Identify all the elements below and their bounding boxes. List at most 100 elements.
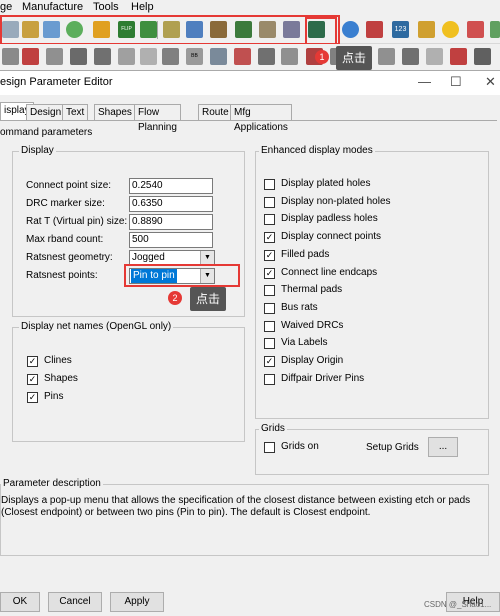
parameter-description-text: Displays a pop-up menu that allows the s… — [1, 495, 471, 518]
filled-pads-checkbox[interactable]: ✓ — [264, 249, 275, 261]
tab-mfg-applications[interactable]: Mfg Applications — [230, 104, 292, 133]
display-padless-holes-label: Display padless holes — [281, 213, 378, 225]
design-parameter-editor-dialog: esign Parameter Editor — ☐ ✕ isplay Desi… — [0, 70, 500, 616]
tab-shapes[interactable]: Shapes — [94, 104, 136, 120]
shapes-label: Shapes — [44, 373, 78, 384]
dim-icon[interactable] — [2, 48, 19, 65]
ok-button[interactable]: OK — [0, 592, 40, 612]
display-origin-checkbox[interactable]: ✓ — [264, 356, 275, 367]
cancel-button[interactable]: Cancel — [48, 592, 102, 612]
film-icon[interactable] — [94, 48, 111, 65]
enhanced-display-group: Enhanced display modes Display plated ho… — [255, 145, 489, 419]
tab-text[interactable]: Text — [62, 104, 89, 120]
pad-icon[interactable] — [118, 48, 135, 65]
menu-item-manufacture[interactable]: Manufacture — [22, 1, 83, 13]
rat-t-size-input[interactable]: 0.8890 — [129, 214, 213, 230]
parameter-description-legend: Parameter description — [1, 478, 103, 489]
callout-badge-2: 2 — [168, 291, 182, 305]
parameter-description-group: Parameter description Displays a pop-up … — [0, 478, 489, 556]
display-non-plated-holes-checkbox[interactable] — [264, 196, 275, 208]
callout-label-1: 点击 — [336, 46, 373, 70]
pinswap-icon[interactable] — [234, 48, 251, 65]
dialog-titlebar[interactable]: esign Parameter Editor — ☐ ✕ — [0, 71, 500, 95]
ratsnest-points-label: Ratsnest points: — [26, 270, 98, 281]
setup-grids-button[interactable]: ... — [428, 437, 458, 457]
menu-item-page[interactable]: ge — [0, 1, 12, 13]
clines-checkbox[interactable]: ✓ — [27, 356, 38, 367]
waived-drcs-checkbox[interactable] — [264, 320, 275, 332]
connect-line-endcaps-checkbox[interactable]: ✓ — [264, 267, 275, 279]
display-connect-points-checkbox[interactable]: ✓ — [264, 232, 275, 244]
watermark: CSDN @_Shao1... — [424, 600, 492, 609]
highlight-icon[interactable] — [467, 21, 484, 38]
tab-route[interactable]: Route — [198, 104, 233, 120]
close-icon[interactable]: ✕ — [485, 74, 496, 90]
drc-marker-size-input[interactable]: 0.6350 — [129, 196, 213, 212]
callout-label-2: 点击 — [190, 287, 227, 311]
bbvia-icon[interactable]: BB — [186, 48, 203, 65]
max-rband-count-input[interactable]: 500 — [129, 232, 213, 248]
display-origin-label: Display Origin — [281, 355, 344, 366]
delay-icon[interactable] — [426, 48, 443, 65]
waived-drcs-label: Waived DRCs — [281, 319, 344, 331]
drc-marker-size-label: DRC marker size: — [26, 198, 105, 209]
grids-group-legend: Grids — [259, 423, 287, 434]
menu-item-tools[interactable]: Tools — [93, 1, 119, 13]
filled-pads-label: Filled pads — [281, 248, 330, 260]
reports-123-icon[interactable]: 123 — [392, 21, 409, 38]
info-icon[interactable] — [342, 21, 359, 38]
spacing-icon[interactable] — [70, 48, 87, 65]
text-icon[interactable] — [378, 48, 395, 65]
tab-design[interactable]: Design — [26, 104, 66, 120]
apply-button[interactable]: Apply — [110, 592, 164, 612]
netlog-icon[interactable] — [258, 48, 275, 65]
via-labels-label: Via Labels — [281, 337, 328, 349]
connect-line-endcaps-label: Connect line endcaps — [281, 266, 378, 278]
setup-grids-label: Setup Grids — [366, 442, 419, 453]
bus-rats-label: Bus rats — [281, 301, 318, 313]
drc-icon[interactable] — [490, 21, 500, 38]
display-plated-holes-label: Display plated holes — [281, 178, 371, 189]
grids-on-checkbox[interactable] — [264, 442, 275, 453]
copy-icon[interactable] — [474, 48, 491, 65]
pin-icon[interactable] — [366, 21, 383, 38]
display-plated-holes-checkbox[interactable] — [264, 179, 275, 190]
stretch-icon[interactable] — [46, 48, 63, 65]
sun-icon[interactable] — [442, 21, 459, 38]
via-icon[interactable] — [162, 48, 179, 65]
shape-icon[interactable] — [402, 48, 419, 65]
display-padless-holes-checkbox[interactable] — [264, 214, 275, 226]
net-names-group: Display net names (OpenGL only) ✓ Clines… — [12, 321, 245, 442]
display-group-legend: Display — [19, 145, 56, 156]
slide-icon[interactable] — [140, 48, 157, 65]
dialog-title: esign Parameter Editor — [0, 76, 113, 88]
grids-group: Grids Grids on Setup Grids ... — [255, 423, 489, 475]
menu-item-help[interactable]: Help — [131, 1, 154, 13]
minimize-icon[interactable]: — — [418, 74, 431, 89]
display-non-plated-holes-label: Display non-plated holes — [281, 195, 391, 207]
pins-checkbox[interactable]: ✓ — [27, 392, 38, 403]
pins-label: Pins — [44, 391, 64, 402]
toolbar-secondary: BB — [0, 44, 500, 71]
display-connect-points-label: Display connect points — [281, 231, 382, 243]
chevron-down-icon[interactable]: ▼ — [200, 251, 214, 265]
ratsnest-geometry-label: Ratsnest geometry: — [26, 252, 113, 263]
connect-point-size-input[interactable]: 0.2540 — [129, 178, 213, 194]
fanout-icon[interactable] — [210, 48, 227, 65]
ratsnest-geometry-value: Jogged — [132, 252, 165, 263]
arc-icon[interactable] — [281, 48, 298, 65]
tab-flow-planning[interactable]: Flow Planning — [134, 104, 181, 133]
command-parameters-label: ommand parameters — [0, 127, 93, 138]
bus-rats-checkbox[interactable] — [264, 302, 275, 314]
stack-icon[interactable] — [450, 48, 467, 65]
clean-icon[interactable] — [418, 21, 435, 38]
maximize-icon[interactable]: ☐ — [450, 74, 462, 90]
callout-badge-1: 1 — [315, 50, 329, 64]
shapes-checkbox[interactable]: ✓ — [27, 374, 38, 385]
net-names-group-legend: Display net names (OpenGL only) — [19, 321, 174, 332]
via-labels-checkbox[interactable] — [264, 338, 275, 350]
thermal-pads-checkbox[interactable] — [264, 285, 275, 297]
align-icon[interactable] — [22, 48, 39, 65]
enhanced-display-group-legend: Enhanced display modes — [259, 145, 375, 156]
diffpair-driver-pins-checkbox[interactable] — [264, 373, 275, 385]
